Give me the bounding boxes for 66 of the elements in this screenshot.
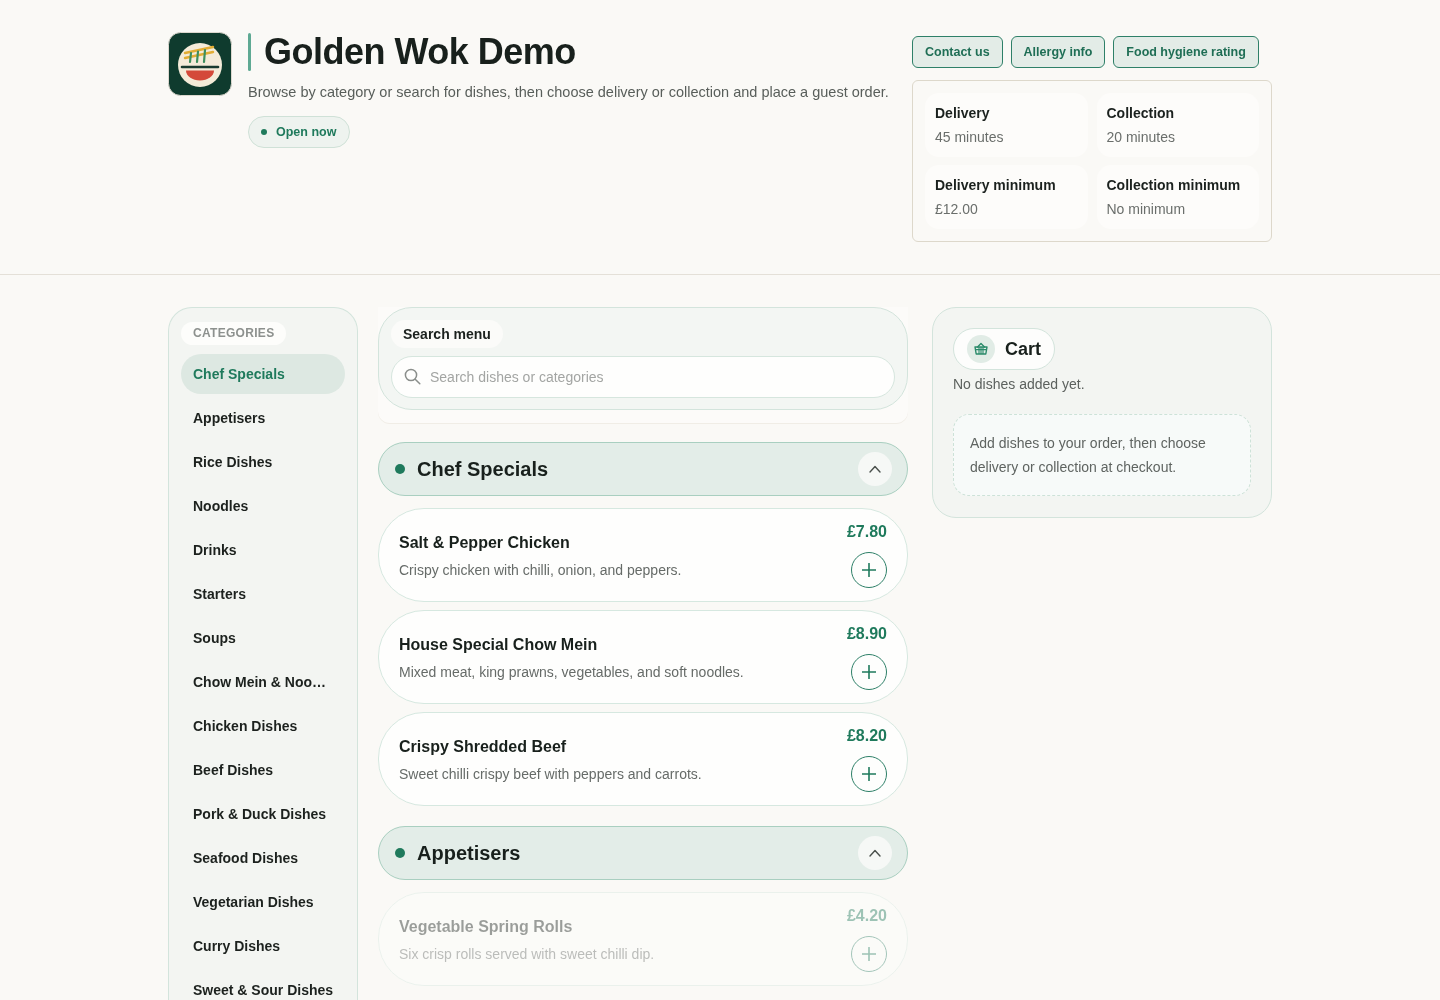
cart-title: Cart	[1005, 338, 1041, 360]
info-link-button[interactable]: Food hygiene rating	[1113, 36, 1259, 68]
dot-icon	[395, 848, 405, 858]
category-item[interactable]: Vegetarian Dishes	[181, 882, 345, 922]
dish-name: House Special Chow Mein	[399, 635, 599, 655]
category-item[interactable]: Curry Dishes	[181, 926, 345, 966]
category-item[interactable]: Drinks	[181, 530, 345, 570]
category-item[interactable]: Seafood Dishes	[181, 838, 345, 878]
collapse-button[interactable]	[858, 836, 892, 870]
plus-icon	[862, 767, 876, 781]
restaurant-title: Golden Wok Demo	[264, 33, 576, 71]
dish-price: £8.20	[846, 726, 887, 746]
category-item[interactable]: Sweet & Sour Dishes	[181, 970, 345, 1000]
info-value: 20 minutes	[1106, 128, 1176, 147]
dish-description: Sweet chilli crispy beef with peppers and carrots.	[399, 765, 703, 784]
info-label: Collection	[1106, 104, 1176, 123]
plus-icon	[862, 947, 876, 961]
info-link-button[interactable]: Contact us	[912, 36, 1003, 68]
dish-description: Mixed meat, king prawns, vegetables, and soft noodles.	[399, 663, 745, 682]
category-item[interactable]: Beef Dishes	[181, 750, 345, 790]
add-button[interactable]	[851, 552, 887, 588]
search-label: Search menu	[391, 320, 503, 348]
category-item[interactable]: Rice Dishes	[181, 442, 345, 482]
category-item[interactable]: Starters	[181, 574, 345, 614]
restaurant-subtitle: Browse by category or search for dishes, then choose delivery or collection and place a guest order.	[248, 83, 889, 101]
info-value: £12.00	[935, 200, 979, 219]
search-field[interactable]: Search dishes or categories	[391, 356, 895, 398]
chevron-up-icon	[869, 465, 881, 473]
collapse-button[interactable]	[858, 452, 892, 486]
dish-price: £4.20	[846, 906, 887, 926]
category-item[interactable]: Chow Mein & Noo…	[181, 662, 345, 702]
info-label: Delivery	[935, 104, 991, 123]
category-item[interactable]: Noodles	[181, 486, 345, 526]
add-button[interactable]	[851, 756, 887, 792]
cart-hint: Add dishes to your order, then choose delivery or collection at checkout.	[953, 414, 1251, 496]
info-link-button[interactable]: Allergy info	[1010, 36, 1106, 68]
status-dot-icon	[261, 129, 267, 135]
section-title: Chef Specials	[417, 457, 550, 481]
dish-name: Crispy Shredded Beef	[399, 737, 568, 757]
category-item[interactable]: Soups	[181, 618, 345, 658]
dot-icon	[395, 464, 405, 474]
categories-heading: CATEGORIES	[181, 322, 287, 345]
dish-price: £8.90	[846, 624, 887, 644]
dish-description: Six crisp rolls served with sweet chilli dip.	[399, 945, 656, 964]
noodle-bowl-icon	[168, 32, 232, 96]
dish-price: £7.80	[846, 522, 887, 542]
info-value: No minimum	[1106, 200, 1187, 219]
plus-icon	[862, 563, 876, 577]
info-value: 45 minutes	[935, 128, 1005, 147]
category-item[interactable]: Chicken Dishes	[181, 706, 345, 746]
section-title: Appetisers	[417, 841, 522, 865]
dish-description: Crispy chicken with chilli, onion, and peppers.	[399, 561, 683, 580]
search-icon	[404, 368, 421, 385]
category-item[interactable]: Pork & Duck Dishes	[181, 794, 345, 834]
plus-icon	[862, 665, 876, 679]
chevron-up-icon	[869, 849, 881, 857]
dish-name: Salt & Pepper Chicken	[399, 533, 571, 553]
dish-name: Vegetable Spring Rolls	[399, 917, 574, 937]
cart-status: No dishes added yet.	[953, 375, 1086, 394]
info-label: Delivery minimum	[935, 176, 1057, 195]
category-item[interactable]: Appetisers	[181, 398, 345, 438]
add-button[interactable]	[851, 654, 887, 690]
status-label: Open now	[276, 125, 337, 139]
info-label: Collection minimum	[1106, 176, 1242, 195]
category-item[interactable]: Chef Specials	[181, 354, 345, 394]
basket-icon	[967, 335, 995, 363]
